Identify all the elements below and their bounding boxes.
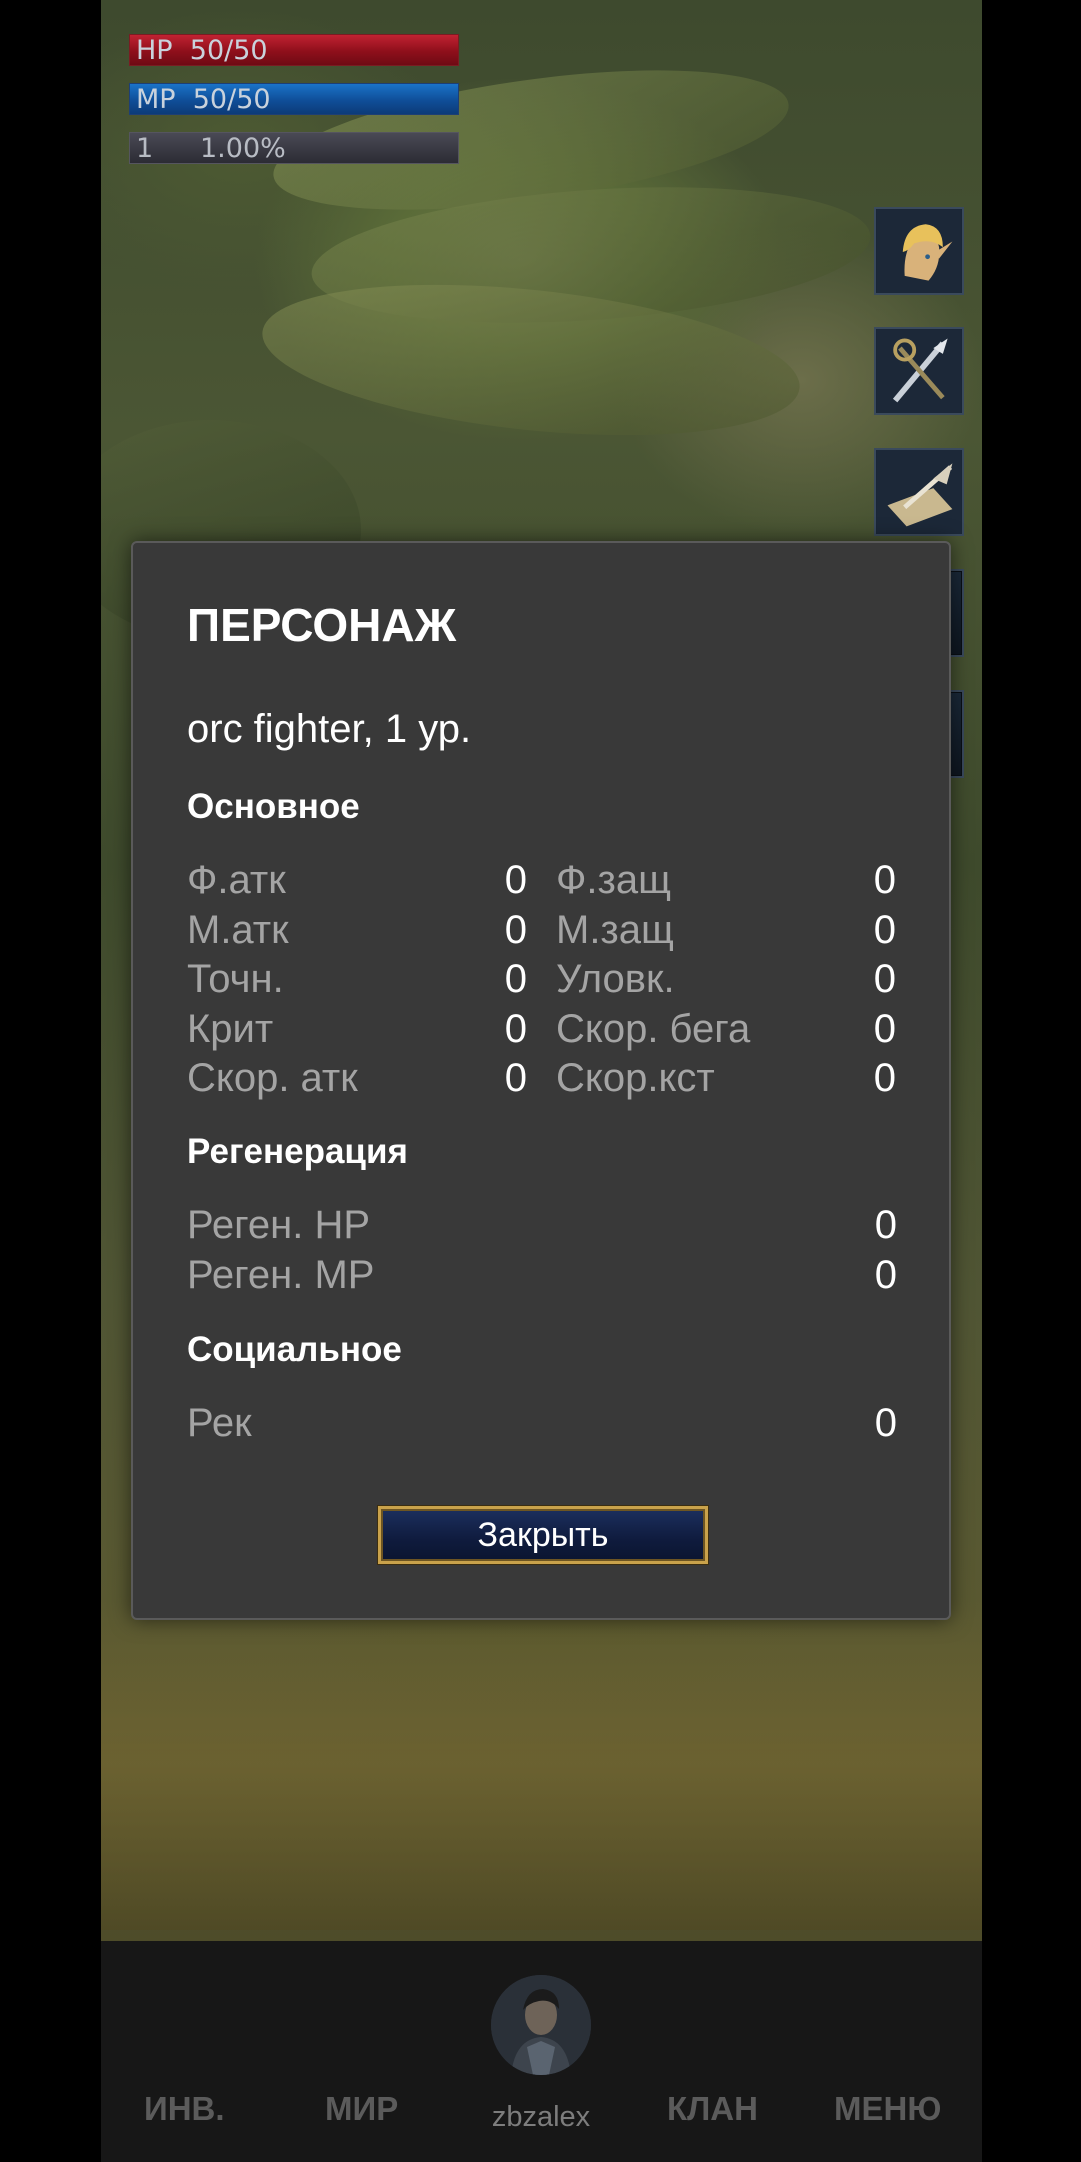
section-title-main: Основное <box>187 787 360 826</box>
stat-row: Ф.атк 0 Ф.защ 0 <box>187 856 897 906</box>
stat-value: 0 <box>504 957 527 1002</box>
section-title-social: Социальное <box>187 1330 402 1369</box>
stat-value: 0 <box>874 1252 897 1297</box>
stat-row: Скор. атк 0 Скор.кст 0 <box>187 1054 897 1104</box>
scroll-quill-icon[interactable] <box>874 448 964 536</box>
stat-value: 0 <box>504 1006 527 1051</box>
stat-label: Уловк. <box>556 957 675 1002</box>
regen-stats: Реген. HP 0 Реген. MP 0 <box>187 1201 897 1300</box>
character-class-level: orc fighter, 1 ур. <box>187 707 472 751</box>
stat-row: Точн. 0 Уловк. 0 <box>187 955 897 1005</box>
close-button[interactable]: Закрыть <box>378 1506 708 1564</box>
stat-value: 0 <box>504 858 527 903</box>
mp-bar-fill <box>130 84 458 114</box>
stat-label: Ф.атк <box>187 858 286 903</box>
hp-bar: HP 50/50 <box>129 34 459 66</box>
nav-inventory[interactable]: ИНВ. <box>144 2090 225 2128</box>
xp-bar: 1 1.00% <box>129 132 459 164</box>
stat-value: 0 <box>504 1056 527 1101</box>
grass-terrain <box>101 1600 982 1930</box>
stat-row: Реген. MP 0 <box>187 1251 897 1301</box>
stat-label: Реген. MP <box>187 1252 375 1297</box>
weapons-icon[interactable] <box>874 327 964 415</box>
stat-value: 0 <box>874 1203 897 1248</box>
stat-value: 0 <box>873 1056 896 1101</box>
nav-menu[interactable]: МЕНЮ <box>834 2090 941 2128</box>
username[interactable]: zbzalex <box>441 2101 641 2134</box>
hp-value: 50/50 <box>189 35 268 66</box>
stat-label: Ф.защ <box>556 858 672 903</box>
stat-label: Скор. бега <box>556 1006 751 1051</box>
xp-percent: 1.00% <box>200 133 286 164</box>
mp-bar: MP 50/50 <box>129 83 459 115</box>
mp-label: MP <box>136 84 176 115</box>
mp-value: 50/50 <box>192 84 271 115</box>
stat-value: 0 <box>873 907 896 952</box>
stat-label: Рек <box>187 1401 252 1446</box>
avatar[interactable] <box>491 1975 591 2075</box>
nav-clan[interactable]: КЛАН <box>667 2090 758 2128</box>
hp-label: HP <box>136 35 173 66</box>
stat-row: Крит 0 Скор. бега 0 <box>187 1005 897 1055</box>
dialog-title: ПЕРСОНАЖ <box>187 599 457 651</box>
stat-row: М.атк 0 М.защ 0 <box>187 906 897 956</box>
stat-row: Рек 0 <box>187 1399 897 1449</box>
stat-label: Скор.кст <box>556 1056 715 1101</box>
stat-label: М.защ <box>556 907 674 952</box>
character-portrait-icon <box>491 1975 591 2075</box>
stat-label: Скор. атк <box>187 1056 358 1101</box>
section-title-regen: Регенерация <box>187 1132 408 1171</box>
stat-label: Крит <box>187 1006 274 1051</box>
stat-value: 0 <box>504 907 527 952</box>
nav-world[interactable]: МИР <box>325 2090 398 2128</box>
stat-value: 0 <box>874 1401 897 1446</box>
stat-row: Реген. HP 0 <box>187 1201 897 1251</box>
level-value: 1 <box>136 133 154 164</box>
stat-value: 0 <box>873 1006 896 1051</box>
main-stats: Ф.атк 0 Ф.защ 0 М.атк 0 М.защ 0 Точн. 0 Уловк… <box>187 856 897 1104</box>
hp-bar-fill <box>130 35 458 65</box>
character-dialog: ПЕРСОНАЖ orc fighter, 1 ур. Основное Ф.а… <box>131 541 951 1620</box>
elf-portrait-icon[interactable] <box>874 207 964 295</box>
stat-value: 0 <box>873 957 896 1002</box>
stat-label: Реген. HP <box>187 1203 371 1248</box>
stat-label: М.атк <box>187 907 289 952</box>
social-stats: Рек 0 <box>187 1399 897 1449</box>
stat-value: 0 <box>873 858 896 903</box>
stat-label: Точн. <box>187 957 284 1002</box>
